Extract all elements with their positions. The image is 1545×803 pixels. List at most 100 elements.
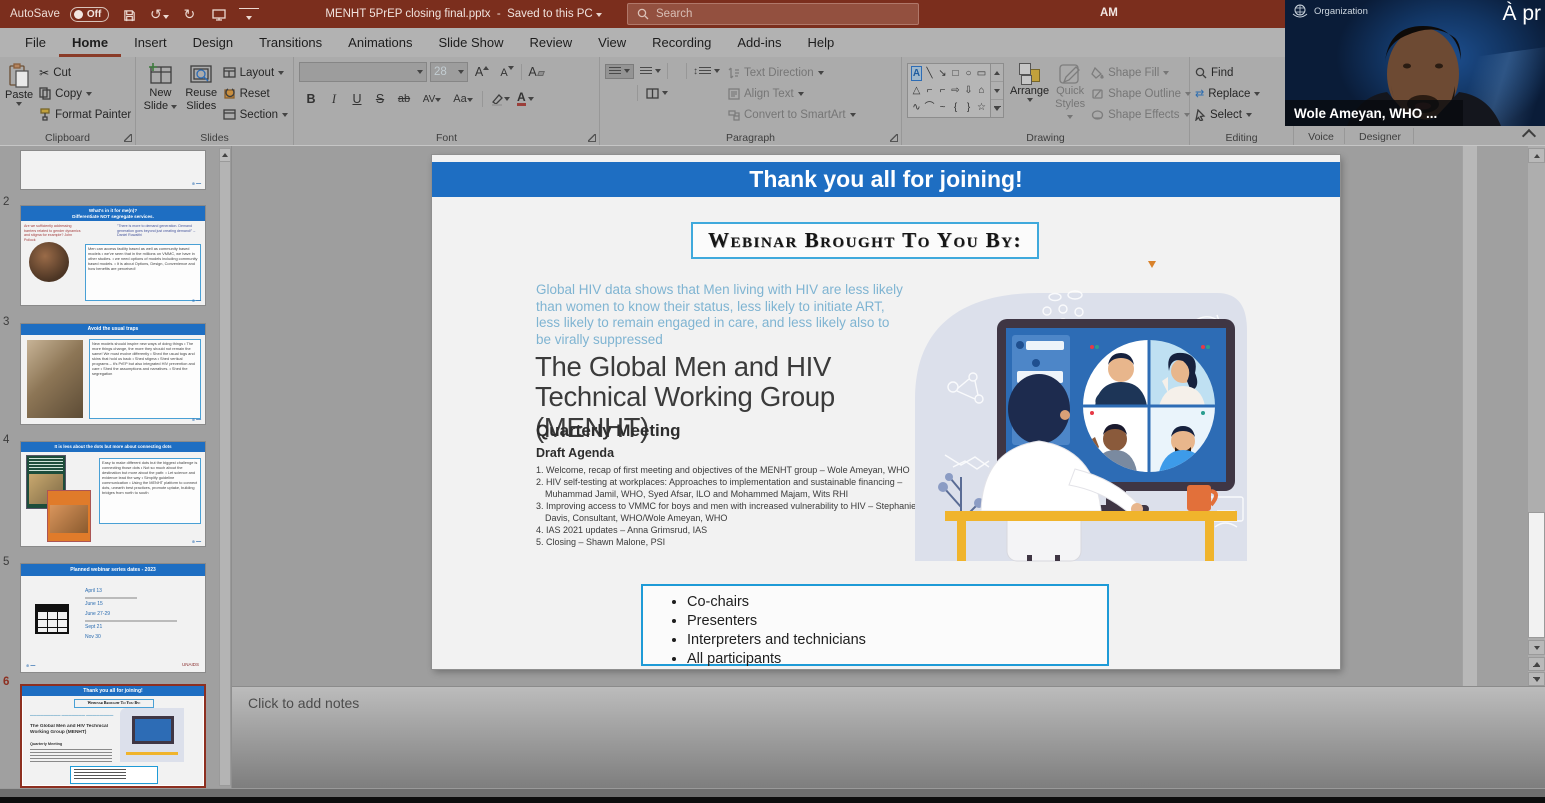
shape-elbow-arrow-icon[interactable]: ⌐ — [936, 82, 949, 99]
select-button[interactable]: Select — [1195, 104, 1288, 125]
shape-right-brace-icon[interactable]: } — [962, 99, 975, 116]
slide-agenda-list[interactable]: 1. Welcome, recap of first meeting and o… — [536, 465, 918, 549]
convert-smartart-button[interactable]: Convert to SmartArt — [728, 104, 856, 125]
search-input[interactable] — [656, 8, 876, 20]
reuse-slides-button[interactable]: ReuseSlides — [182, 60, 221, 125]
shape-fill-button[interactable]: Shape Fill — [1091, 62, 1191, 83]
tab-view[interactable]: View — [585, 30, 639, 57]
copy-button[interactable]: Copy — [39, 83, 131, 104]
shape-star-icon[interactable]: ☆ — [975, 99, 988, 116]
bold-button[interactable]: B — [303, 92, 319, 106]
line-spacing-button[interactable]: ↕ — [693, 66, 720, 77]
font-name-combo[interactable] — [299, 62, 427, 82]
autosave-toggle[interactable]: Off — [70, 7, 109, 22]
shape-gallery-up-button[interactable] — [991, 64, 1003, 82]
shape-rounded-rectangle-icon[interactable]: ▭ — [975, 65, 988, 82]
shape-flowchart-icon[interactable]: ⌂ — [975, 82, 988, 99]
new-slide-button[interactable]: New Slide — [141, 60, 180, 125]
shape-triangle-icon[interactable]: △ — [910, 82, 923, 99]
thumbnail-slide-1[interactable]: ⊕ ━━ — [20, 150, 206, 190]
paragraph-dialog-launcher[interactable] — [890, 134, 898, 142]
notes-placeholder[interactable]: Click to add notes — [232, 687, 1545, 711]
shape-arc-icon[interactable]: ⌒ — [923, 99, 936, 116]
video-call-overlay[interactable]: Organization À pr Wole Ameyan, WHO ... — [1285, 0, 1545, 126]
italic-button[interactable]: I — [326, 92, 342, 107]
shape-line-icon[interactable]: ╲ — [923, 65, 936, 82]
highlight-color-button[interactable] — [490, 93, 510, 106]
cut-button[interactable]: ✂Cut — [39, 62, 131, 83]
font-color-button[interactable]: A — [517, 92, 534, 106]
scroll-down-icon[interactable] — [1528, 640, 1545, 655]
tab-transitions[interactable]: Transitions — [246, 30, 335, 57]
shape-down-arrow-icon[interactable]: ⇩ — [962, 82, 975, 99]
shape-elbow-connector-icon[interactable]: ⌐ — [923, 82, 936, 99]
tab-slide-show[interactable]: Slide Show — [425, 30, 516, 57]
tab-file[interactable]: File — [12, 30, 59, 57]
slide-subheading-agenda[interactable]: Draft Agenda — [536, 446, 614, 460]
format-painter-button[interactable]: Format Painter — [39, 104, 131, 125]
undo-icon[interactable]: ↺ — [149, 6, 169, 23]
section-button[interactable]: Section — [223, 104, 288, 125]
previous-slide-button[interactable] — [1528, 657, 1545, 671]
shape-right-arrow-icon[interactable]: ⇨ — [949, 82, 962, 99]
shape-gallery-down-button[interactable] — [991, 82, 1003, 100]
thumbnail-slide-2[interactable]: What's in it for me(n)?Differentiate NOT… — [20, 205, 206, 306]
quick-styles-button[interactable]: Quick Styles — [1055, 60, 1085, 123]
search-box[interactable] — [627, 3, 919, 25]
start-presentation-icon[interactable] — [209, 6, 229, 22]
reset-button[interactable]: Reset — [223, 83, 288, 104]
slide-intro-text[interactable]: Global HIV data shows that Men living wi… — [536, 282, 904, 348]
customize-toolbar-icon[interactable] — [239, 8, 259, 20]
text-shadow-button[interactable]: ab — [395, 93, 413, 105]
slide-canvas[interactable]: Thank you all for joining! Webinar Broug… — [432, 155, 1340, 669]
save-icon[interactable] — [119, 6, 139, 22]
shape-left-brace-icon[interactable]: { — [949, 99, 962, 116]
shape-curve-icon[interactable]: ~ — [936, 99, 949, 116]
strikethrough-button[interactable]: S — [372, 92, 388, 106]
redo-icon[interactable]: ↻ — [179, 6, 199, 23]
change-case-button[interactable]: Aa — [451, 93, 475, 105]
thumbnail-slide-6-selected[interactable]: Thank you all for joining! Webinar Broug… — [20, 684, 206, 788]
bullets-button[interactable] — [605, 64, 634, 79]
shape-gallery-more-button[interactable] — [991, 100, 1003, 117]
tab-home[interactable]: Home — [59, 30, 121, 57]
thumbnail-panel-scrollbar[interactable] — [219, 148, 231, 786]
layout-button[interactable]: Layout — [223, 62, 288, 83]
tab-review[interactable]: Review — [517, 30, 586, 57]
underline-button[interactable]: U — [349, 92, 365, 106]
clipboard-dialog-launcher[interactable] — [124, 134, 132, 142]
shape-oval-icon[interactable]: ○ — [962, 65, 975, 82]
thumbnail-slide-3[interactable]: Avoid the usual traps New models should … — [20, 323, 206, 425]
account-initials[interactable]: AM — [1100, 7, 1118, 19]
notes-pane[interactable]: Click to add notes — [232, 686, 1545, 788]
scroll-up-icon[interactable] — [1528, 148, 1545, 163]
shape-scribble-icon[interactable]: ∿ — [910, 99, 923, 116]
grow-font-button[interactable]: A — [471, 65, 493, 79]
tab-recording[interactable]: Recording — [639, 30, 724, 57]
thumbnail-slide-5[interactable]: Planned webinar series dates - 2023 Apri… — [20, 563, 206, 673]
replace-button[interactable]: ⇄ Replace — [1195, 83, 1288, 104]
shape-effects-button[interactable]: Shape Effects — [1091, 104, 1191, 125]
next-slide-button[interactable] — [1528, 672, 1545, 686]
shrink-font-button[interactable]: A — [496, 66, 518, 79]
find-button[interactable]: Find — [1195, 62, 1288, 83]
text-direction-button[interactable]: Text Direction — [728, 62, 856, 83]
tab-help[interactable]: Help — [794, 30, 847, 57]
tab-insert[interactable]: Insert — [121, 30, 180, 57]
align-text-button[interactable]: Align Text — [728, 83, 856, 104]
columns-button[interactable] — [646, 88, 668, 99]
webinar-brought-by-box[interactable]: Webinar Brought To You By: — [691, 222, 1039, 259]
tab-design[interactable]: Design — [180, 30, 246, 57]
slide-subheading-quarterly[interactable]: Quarterly Meeting — [536, 421, 681, 441]
attendees-box[interactable]: Co-chairs Presenters Interpreters and te… — [641, 584, 1109, 666]
shape-gallery[interactable]: A ╲ ↘ □ ○ ▭ △ ⌐ ⌐ ⇨ ⇩ ⌂ ∿ ⌒ ~ — [907, 63, 991, 118]
paste-button[interactable]: Paste — [5, 60, 33, 125]
numbering-button[interactable] — [640, 67, 661, 76]
scrollbar-thumb[interactable] — [1528, 512, 1545, 638]
thumbnail-scroll-up-icon[interactable] — [220, 149, 230, 162]
editor-vertical-scrollbar[interactable] — [1528, 146, 1545, 686]
clear-formatting-button[interactable]: A — [525, 65, 547, 79]
tab-add-ins[interactable]: Add-ins — [724, 30, 794, 57]
arrange-button[interactable]: Arrange — [1010, 60, 1049, 102]
font-size-combo[interactable]: 28 — [430, 62, 468, 82]
